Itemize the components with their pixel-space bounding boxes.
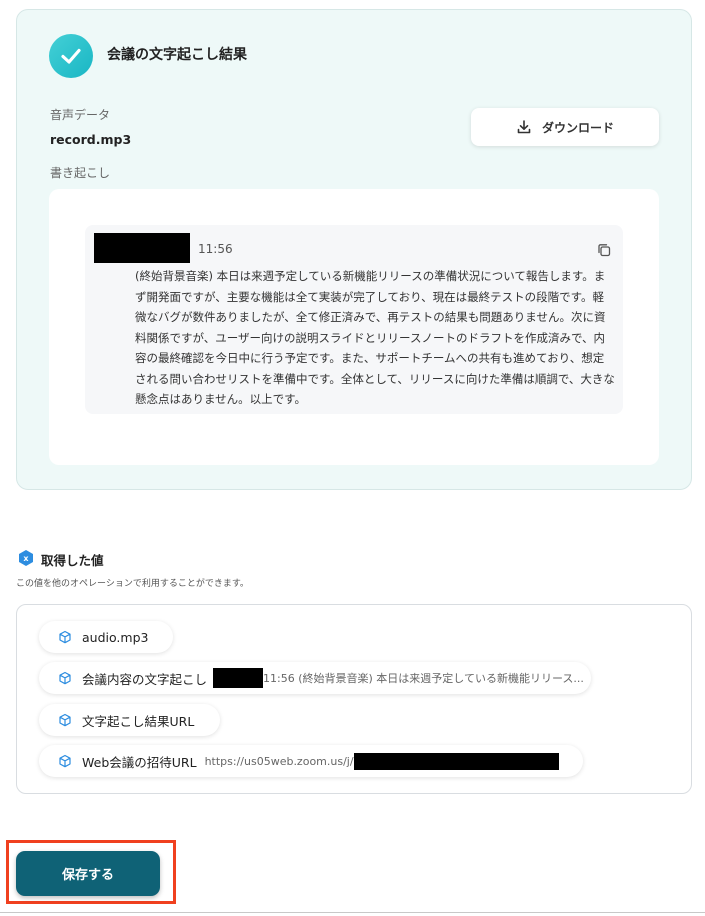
obtained-values-title: 取得した値	[41, 553, 104, 568]
save-button[interactable]: 保存する	[16, 851, 160, 896]
value-item-label: audio.mp3	[82, 629, 149, 645]
transcript-panel: 11:56 (終始背景音楽) 本日は来週予定している新機能リリースの準備状況につ…	[49, 189, 659, 465]
value-item-preview: 11:56 (終始背景音楽) 本日は来週予定している新機能リリース...	[263, 672, 584, 685]
value-item-transcript-url[interactable]: 文字起こし結果URL	[39, 704, 220, 736]
audio-file-name: record.mp3	[50, 132, 132, 147]
card-title: 会議の文字起こし結果	[107, 47, 247, 63]
transcript-label: 書き起こし	[50, 166, 111, 180]
obtained-values-description: この値を他のオペレーションで利用することができます。	[16, 579, 249, 589]
cube-icon	[59, 713, 71, 727]
svg-text:x: x	[23, 554, 29, 563]
transcription-result-card: 会議の文字起こし結果 音声データ record.mp3 ダウンロード 書き起こし…	[16, 9, 692, 490]
cube-icon	[59, 754, 71, 768]
obtained-values-list: audio.mp3 会議内容の文字起こし 11:56 (終始背景音楽) 本日は来…	[16, 604, 692, 794]
download-icon	[517, 120, 531, 134]
value-item-audio[interactable]: audio.mp3	[39, 621, 173, 653]
audio-data-label: 音声データ	[50, 108, 111, 122]
download-button[interactable]: ダウンロード	[471, 108, 659, 146]
redacted-text	[353, 752, 559, 770]
copy-icon[interactable]	[597, 243, 611, 257]
cube-icon	[59, 630, 71, 644]
value-item-label: Web会議の招待URL	[82, 754, 197, 770]
transcript-message: 11:56 (終始背景音楽) 本日は来週予定している新機能リリースの準備状況につ…	[85, 225, 623, 414]
message-time: 11:56	[198, 242, 233, 256]
cube-icon	[59, 671, 71, 685]
value-item-meeting-url[interactable]: Web会議の招待URL https://us05web.zoom.us/j/	[39, 745, 583, 777]
download-label: ダウンロード	[541, 120, 614, 135]
value-item-label: 会議内容の文字起こし	[82, 671, 208, 687]
redacted-speaker-name	[94, 233, 190, 263]
redacted-text	[213, 668, 264, 688]
value-item-preview: https://us05web.zoom.us/j/	[204, 754, 354, 768]
message-text: (終始背景音楽) 本日は来週予定している新機能リリースの準備状況について報告しま…	[135, 269, 615, 406]
variable-icon: x	[19, 550, 33, 566]
check-icon	[49, 34, 93, 78]
value-item-transcript[interactable]: 会議内容の文字起こし 11:56 (終始背景音楽) 本日は来週予定している新機能…	[39, 662, 591, 694]
value-item-label: 文字起こし結果URL	[82, 713, 195, 729]
divider	[0, 912, 705, 913]
